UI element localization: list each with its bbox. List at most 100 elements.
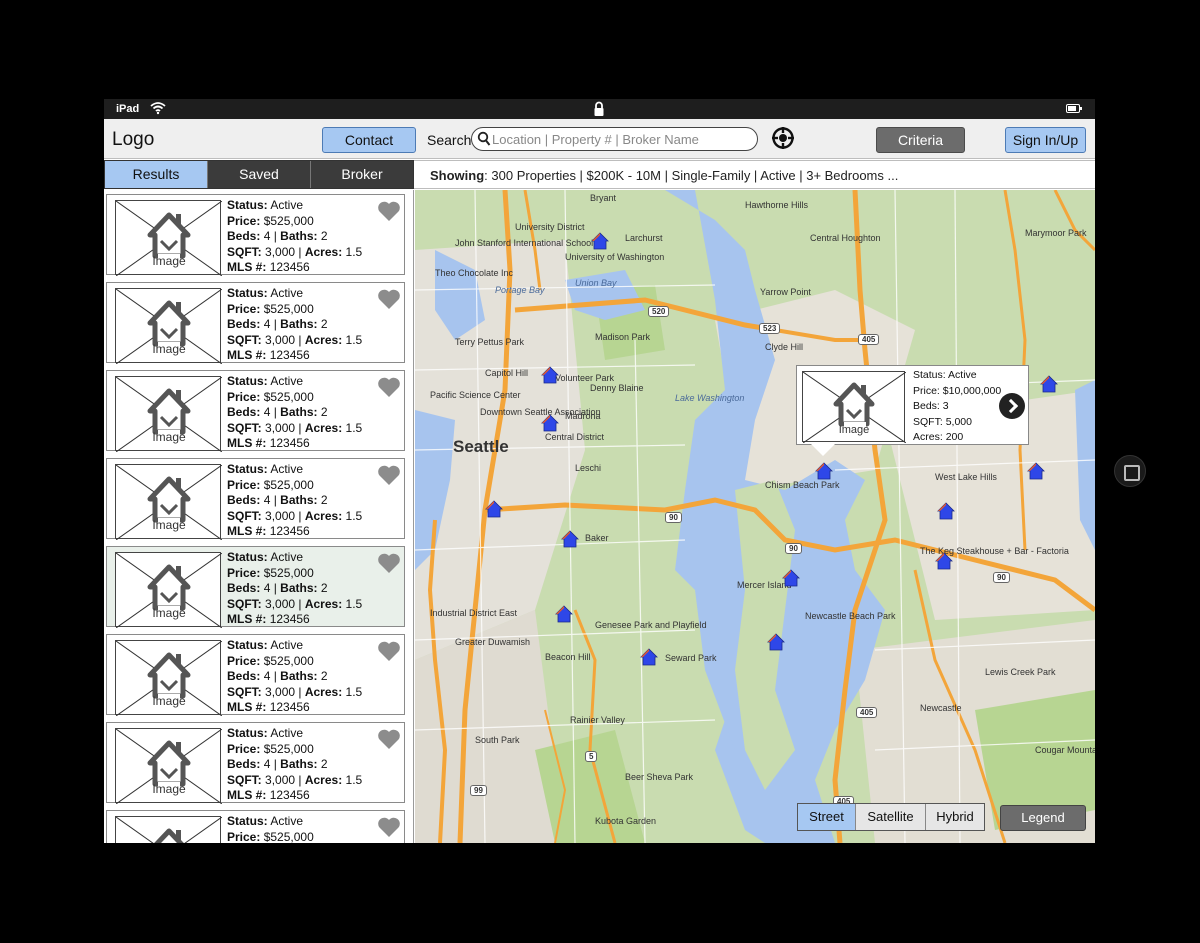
map-place-label: Clyde Hill xyxy=(765,342,804,352)
acres-label: Acres: xyxy=(304,332,343,347)
map-type-hybrid[interactable]: Hybrid xyxy=(926,804,984,830)
listing-card[interactable]: ImageStatus: ActivePrice: $525,000Beds: … xyxy=(106,458,405,540)
map-place-label: University District xyxy=(515,222,585,232)
popup-image-placeholder: Image xyxy=(802,371,907,444)
listing-status: Active xyxy=(270,286,304,300)
listing-card[interactable]: ImageStatus: ActivePrice: $525,000Beds: … xyxy=(106,546,405,628)
current-location-icon[interactable] xyxy=(771,126,795,155)
sqft-label: SQFT: xyxy=(227,508,262,523)
listing-beds: 4 xyxy=(263,493,271,507)
map-place-label: Lewis Creek Park xyxy=(985,667,1056,677)
tab-results[interactable]: Results xyxy=(105,161,208,188)
listing-mls: 123456 xyxy=(269,436,310,450)
listing-status: Active xyxy=(270,374,304,388)
listing-sqft: 3,000 xyxy=(265,684,296,699)
search-box[interactable] xyxy=(471,127,758,151)
contact-button[interactable]: Contact xyxy=(322,127,416,153)
listing-image-placeholder: Image xyxy=(115,200,222,276)
property-marker-house-icon[interactable] xyxy=(485,500,503,518)
logo[interactable]: Logo xyxy=(112,129,154,151)
listing-card[interactable]: ImageStatus: ActivePrice: $525,000Beds: … xyxy=(106,370,405,452)
map-place-label: Leschi xyxy=(575,463,602,473)
acres-label: Acres: xyxy=(304,596,343,611)
price-label: Price: xyxy=(227,301,261,316)
property-marker-house-icon[interactable] xyxy=(555,605,573,623)
map-place-label: Larchurst xyxy=(625,233,663,243)
map-type-street[interactable]: Street xyxy=(798,804,856,830)
listing-baths: 2 xyxy=(320,405,328,419)
property-marker-house-icon[interactable] xyxy=(935,552,953,570)
property-marker-house-icon[interactable] xyxy=(782,569,800,587)
price-label: Price: xyxy=(227,741,261,756)
favorite-heart-icon[interactable] xyxy=(377,200,401,227)
map-place-label: Terry Pettus Park xyxy=(455,337,525,347)
battery-icon xyxy=(1066,104,1082,113)
property-marker-house-icon[interactable] xyxy=(1027,462,1045,480)
sign-in-up-button[interactable]: Sign In/Up xyxy=(1005,127,1086,153)
map-view[interactable]: University District John Stanford Interna… xyxy=(415,190,1095,843)
listing-details: Status: ActivePrice: $525,000Beds: 4 | B… xyxy=(227,374,363,450)
listing-card[interactable]: ImageStatus: ActivePrice: $525,000Beds: … xyxy=(106,194,405,276)
results-list[interactable]: Image Status: Active Price: $525,000 Beds: … xyxy=(104,190,414,843)
popup-status-label: Status: xyxy=(913,369,946,381)
ios-status-bar: iPad xyxy=(104,99,1095,119)
criteria-button[interactable]: Criteria xyxy=(876,127,965,153)
listing-price: $525,000 xyxy=(263,653,314,668)
listing-price: $525,000 xyxy=(263,213,314,228)
listing-image-placeholder: Image xyxy=(115,728,222,804)
search-icon xyxy=(477,131,491,152)
listing-image-label: Image xyxy=(152,342,186,356)
map-place-label: Madison Park xyxy=(595,332,651,342)
property-marker-house-icon[interactable] xyxy=(640,648,658,666)
listing-price: $525,000 xyxy=(263,565,314,580)
property-marker-house-icon[interactable] xyxy=(815,462,833,480)
listing-card[interactable]: ImageStatus: ActivePrice: $525,000Beds: … xyxy=(106,634,405,716)
favorite-heart-icon[interactable] xyxy=(377,816,401,843)
listing-status: Active xyxy=(270,638,304,652)
map-place-label: Lake Washington xyxy=(675,393,745,403)
favorite-heart-icon[interactable] xyxy=(377,376,401,403)
property-marker-house-icon[interactable] xyxy=(767,633,785,651)
favorite-heart-icon[interactable] xyxy=(377,464,401,491)
listing-beds: 4 xyxy=(263,229,271,243)
map-type-satellite[interactable]: Satellite xyxy=(856,804,926,830)
listing-card[interactable]: ImageStatus: ActivePrice: $525,000Beds: … xyxy=(106,722,405,804)
favorite-heart-icon[interactable] xyxy=(377,288,401,315)
popup-next-arrow-icon[interactable] xyxy=(999,393,1025,419)
listing-price: $525,000 xyxy=(263,741,314,756)
listing-image-placeholder: Image xyxy=(115,816,222,843)
favorite-heart-icon[interactable] xyxy=(377,728,401,755)
property-marker-house-icon[interactable] xyxy=(1040,375,1058,393)
map-place-label: Madrona xyxy=(565,411,601,421)
favorite-heart-icon[interactable] xyxy=(377,552,401,579)
acres-label: Acres: xyxy=(304,684,343,699)
listing-image-label: Image xyxy=(152,694,186,708)
property-popup[interactable]: Image Status: Active Price: $10,000,000 … xyxy=(796,365,1029,445)
listing-card[interactable]: ImageStatus: ActivePrice: $525,000Beds: … xyxy=(106,810,405,843)
listing-status: Active xyxy=(270,198,304,212)
property-marker-house-icon[interactable] xyxy=(561,530,579,548)
property-marker-house-icon[interactable] xyxy=(937,502,955,520)
beds-label: Beds: xyxy=(227,229,261,243)
map-place-label: Kubota Garden xyxy=(595,816,657,826)
listing-status: Active xyxy=(270,462,304,476)
listing-acres: 1.5 xyxy=(345,684,363,699)
mls-label: MLS #: xyxy=(227,612,267,626)
tab-saved[interactable]: Saved xyxy=(208,161,311,188)
favorite-heart-icon[interactable] xyxy=(377,640,401,667)
tab-broker[interactable]: Broker xyxy=(311,161,413,188)
property-marker-house-icon[interactable] xyxy=(541,414,559,432)
property-marker-house-icon[interactable] xyxy=(591,232,609,250)
legend-button[interactable]: Legend xyxy=(1000,805,1086,831)
baths-label: Baths: xyxy=(280,581,318,595)
beds-label: Beds: xyxy=(227,757,261,771)
property-marker-house-icon[interactable] xyxy=(541,366,559,384)
search-input[interactable] xyxy=(492,131,752,147)
home-button[interactable] xyxy=(1114,455,1146,487)
map-place-label: Bryant xyxy=(590,193,617,203)
highway-shield: 520 xyxy=(648,306,670,317)
popup-price-label: Price: xyxy=(913,384,940,397)
price-label: Price: xyxy=(227,389,261,404)
popup-beds-label: Beds: xyxy=(913,400,940,412)
listing-card[interactable]: ImageStatus: ActivePrice: $525,000Beds: … xyxy=(106,282,405,364)
